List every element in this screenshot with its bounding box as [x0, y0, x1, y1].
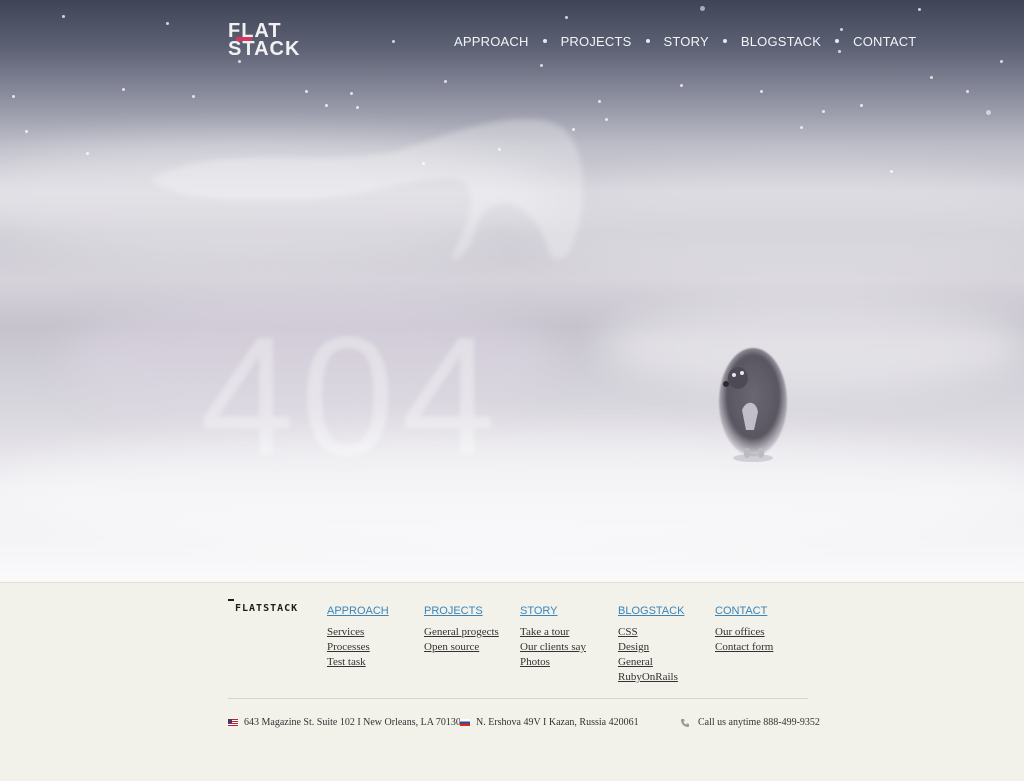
footer-link[interactable]: General progects: [424, 625, 499, 640]
footer-link[interactable]: RubyOnRails: [618, 670, 684, 685]
address-us-text: 643 Magazine St. Suite 102 I New Orleans…: [244, 717, 461, 728]
star: [192, 95, 195, 98]
star: [598, 100, 601, 103]
footer-heading-approach[interactable]: APPROACH: [327, 605, 389, 617]
nav-separator-dot: [722, 39, 727, 43]
site-footer: FLATSTACK APPROACH Services Processes Te…: [0, 582, 1024, 781]
footer-link[interactable]: Design: [618, 640, 684, 655]
footer-heading-story[interactable]: STORY: [520, 605, 586, 617]
nav-blogstack[interactable]: BLOGSTACK: [741, 34, 821, 49]
phone-text[interactable]: Call us anytime 888-499-9352: [698, 717, 820, 728]
nav-separator-dot: [542, 39, 547, 43]
star: [605, 118, 608, 121]
footer-logo-text: FLATSTACK: [235, 603, 299, 614]
star: [680, 84, 683, 87]
footer-column-story: STORY Take a tour Our clients say Photos: [520, 605, 586, 670]
address-us: 643 Magazine St. Suite 102 I New Orleans…: [228, 717, 461, 728]
fog-layer: [0, 430, 1024, 550]
footer-link[interactable]: Our clients say: [520, 640, 586, 655]
hero-section: 404 FLAT STACK APPROACH PROJECTS STORY B…: [0, 0, 1024, 582]
main-nav: APPROACH PROJECTS STORY BLOGSTACK CONTAC…: [454, 32, 916, 50]
footer-link[interactable]: General: [618, 655, 684, 670]
star: [1000, 60, 1003, 63]
star: [918, 8, 921, 11]
logo-line-stack: STACK: [228, 38, 301, 60]
footer-column-approach: APPROACH Services Processes Test task: [327, 605, 389, 670]
fog-layer: [520, 170, 1024, 280]
star: [840, 28, 843, 31]
address-ru: N. Ershova 49V I Kazan, Russia 420061: [460, 717, 639, 728]
star: [305, 90, 308, 93]
star: [930, 76, 933, 79]
star: [325, 104, 328, 107]
star: [565, 16, 568, 19]
footer-logo[interactable]: FLATSTACK: [228, 599, 299, 614]
star: [860, 104, 863, 107]
footer-divider: [228, 698, 808, 699]
star: [86, 152, 89, 155]
footer-link[interactable]: Take a tour: [520, 625, 586, 640]
footer-column-projects: PROJECTS General progects Open source: [424, 605, 499, 655]
star: [838, 50, 841, 53]
horse-silhouette: [150, 119, 584, 260]
star: [392, 40, 395, 43]
star: [444, 80, 447, 83]
footer-link[interactable]: Contact form: [715, 640, 773, 655]
russia-flag-icon: [460, 719, 470, 726]
footer-link[interactable]: Open source: [424, 640, 499, 655]
logo-mark-icon: [228, 599, 234, 607]
star: [12, 95, 15, 98]
footer-link[interactable]: Our offices: [715, 625, 773, 640]
phone-icon: [681, 718, 689, 727]
fog-layer: [600, 300, 1024, 390]
star: [890, 170, 893, 173]
star: [356, 106, 359, 109]
star: [800, 126, 803, 129]
star: [700, 6, 705, 11]
star: [966, 90, 969, 93]
star: [238, 60, 241, 63]
star: [350, 92, 353, 95]
star: [166, 22, 169, 25]
flatstack-logo[interactable]: FLAT STACK: [228, 20, 308, 60]
footer-heading-blogstack[interactable]: BLOGSTACK: [618, 605, 684, 617]
star: [25, 130, 28, 133]
footer-column-blogstack: BLOGSTACK CSS Design General RubyOnRails: [618, 605, 684, 685]
footer-link[interactable]: CSS: [618, 625, 684, 640]
nav-separator-dot: [835, 39, 840, 43]
address-ru-text: N. Ershova 49V I Kazan, Russia 420061: [476, 717, 639, 728]
hedgehog-illustration: [719, 348, 787, 462]
nav-separator-dot: [645, 39, 650, 43]
footer-column-contact: CONTACT Our offices Contact form: [715, 605, 773, 655]
footer-link[interactable]: Photos: [520, 655, 586, 670]
star: [62, 15, 65, 18]
footer-heading-projects[interactable]: PROJECTS: [424, 605, 499, 617]
star: [760, 90, 763, 93]
star: [986, 110, 991, 115]
footer-link[interactable]: Test task: [327, 655, 389, 670]
footer-link[interactable]: Processes: [327, 640, 389, 655]
nav-story[interactable]: STORY: [664, 34, 709, 49]
nav-contact[interactable]: CONTACT: [853, 34, 916, 49]
nav-projects[interactable]: PROJECTS: [561, 34, 632, 49]
error-code-404: 404: [200, 302, 502, 492]
phone-contact: Call us anytime 888-499-9352: [680, 717, 820, 728]
nav-approach[interactable]: APPROACH: [454, 34, 529, 49]
star: [822, 110, 825, 113]
footer-link[interactable]: Services: [327, 625, 389, 640]
star: [540, 64, 543, 67]
star: [122, 88, 125, 91]
us-flag-icon: [228, 719, 238, 726]
footer-heading-contact[interactable]: CONTACT: [715, 605, 773, 617]
